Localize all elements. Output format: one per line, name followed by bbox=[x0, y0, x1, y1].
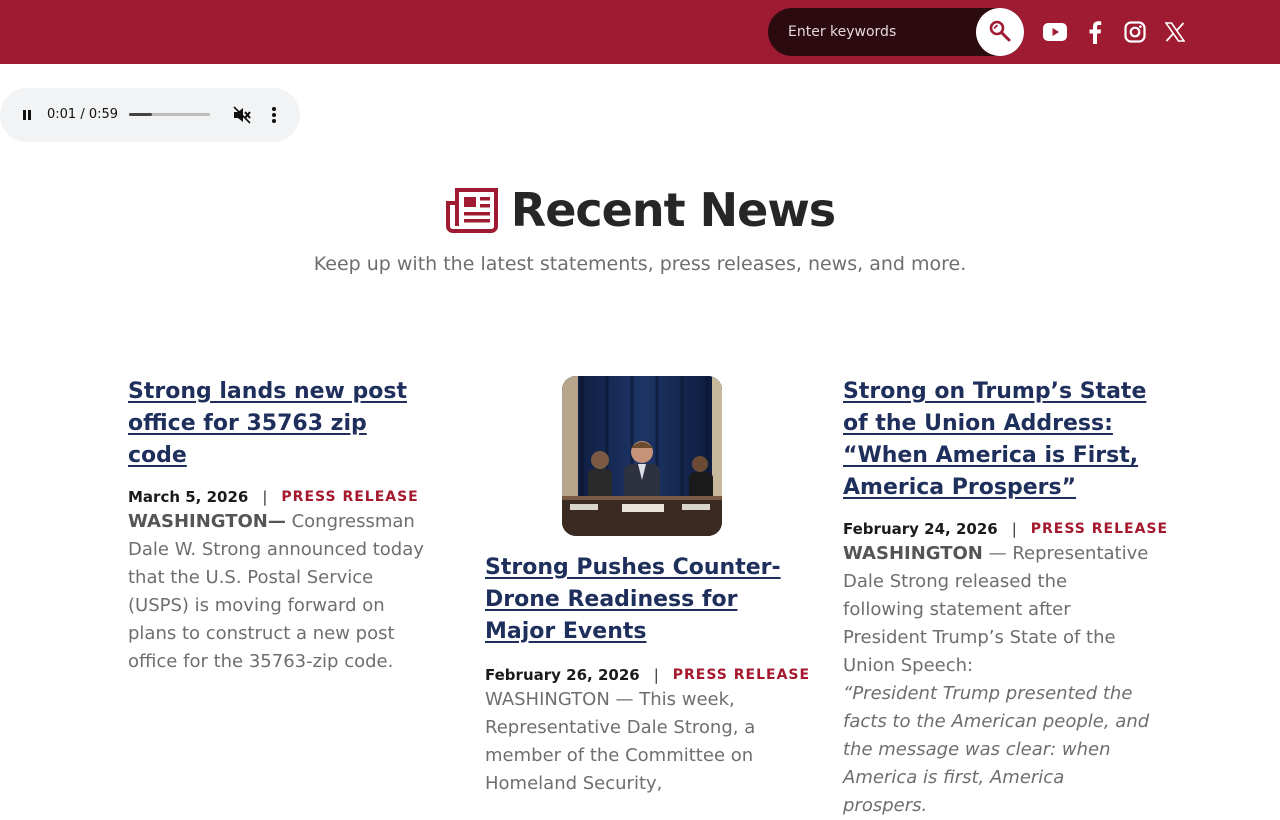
search-input[interactable] bbox=[788, 20, 978, 44]
section-header: Recent News bbox=[0, 180, 1280, 240]
playback-slider[interactable] bbox=[129, 113, 210, 116]
pause-icon bbox=[23, 110, 31, 120]
news-excerpt: WASHINGTON — This week, Representative D… bbox=[485, 689, 756, 794]
news-quote: “President Trump presented the facts to … bbox=[843, 683, 1150, 816]
news-date: February 26, 2026 bbox=[485, 666, 640, 684]
news-date: February 24, 2026 bbox=[843, 520, 998, 538]
search-button[interactable] bbox=[976, 8, 1024, 56]
page-title: Recent News bbox=[510, 183, 836, 237]
news-title-link[interactable]: Strong lands new post office for 35763 z… bbox=[128, 376, 418, 472]
news-meta: February 26, 2026 | PRESS RELEASE bbox=[485, 666, 815, 684]
youtube-link[interactable] bbox=[1043, 20, 1067, 44]
news-dateline: WASHINGTON— bbox=[128, 511, 286, 532]
x-link[interactable] bbox=[1163, 20, 1187, 44]
instagram-link[interactable] bbox=[1123, 20, 1147, 44]
volume-muted-icon bbox=[233, 106, 251, 124]
instagram-icon bbox=[1124, 21, 1146, 43]
news-meta: February 24, 2026 | PRESS RELEASE bbox=[843, 520, 1167, 538]
meta-separator: | bbox=[1011, 520, 1017, 538]
news-title-link[interactable]: Strong on Trump’s State of the Union Add… bbox=[843, 376, 1153, 504]
news-card: Strong lands new post office for 35763 z… bbox=[128, 376, 428, 676]
search-icon bbox=[988, 19, 1012, 46]
more-options-button[interactable] bbox=[262, 103, 286, 127]
playback-time: 0:01 / 0:59 bbox=[47, 107, 119, 122]
newspaper-icon bbox=[445, 188, 498, 233]
news-dateline: WASHINGTON bbox=[843, 543, 983, 564]
news-excerpt: WASHINGTON— Congressman Dale W. Strong a… bbox=[128, 508, 428, 676]
playback-progress bbox=[129, 113, 152, 116]
facebook-icon bbox=[1089, 21, 1102, 44]
youtube-icon bbox=[1043, 23, 1067, 41]
facebook-link[interactable] bbox=[1083, 20, 1107, 44]
news-card: Strong Pushes Counter-Drone Readiness fo… bbox=[485, 552, 815, 798]
meta-separator: | bbox=[262, 488, 268, 506]
news-card: Strong on Trump’s State of the Union Add… bbox=[843, 376, 1167, 820]
news-category-link[interactable]: PRESS RELEASE bbox=[281, 489, 418, 505]
news-category-link[interactable]: PRESS RELEASE bbox=[1031, 521, 1168, 537]
news-title-link[interactable]: Strong Pushes Counter-Drone Readiness fo… bbox=[485, 552, 795, 648]
more-vertical-icon bbox=[272, 107, 276, 123]
news-meta: March 5, 2026 | PRESS RELEASE bbox=[128, 488, 428, 506]
pause-button[interactable] bbox=[15, 103, 39, 127]
news-date: March 5, 2026 bbox=[128, 488, 249, 506]
x-icon bbox=[1165, 22, 1185, 42]
news-category-link[interactable]: PRESS RELEASE bbox=[673, 667, 810, 683]
news-excerpt: WASHINGTON — Representative Dale Strong … bbox=[843, 540, 1153, 820]
page-subtitle: Keep up with the latest statements, pres… bbox=[313, 253, 967, 275]
news-thumbnail[interactable] bbox=[562, 376, 722, 536]
news-excerpt-text: Congressman Dale W. Strong announced tod… bbox=[128, 511, 424, 672]
hearing-photo bbox=[562, 376, 722, 536]
mute-button[interactable] bbox=[230, 103, 254, 127]
meta-separator: | bbox=[653, 666, 659, 684]
